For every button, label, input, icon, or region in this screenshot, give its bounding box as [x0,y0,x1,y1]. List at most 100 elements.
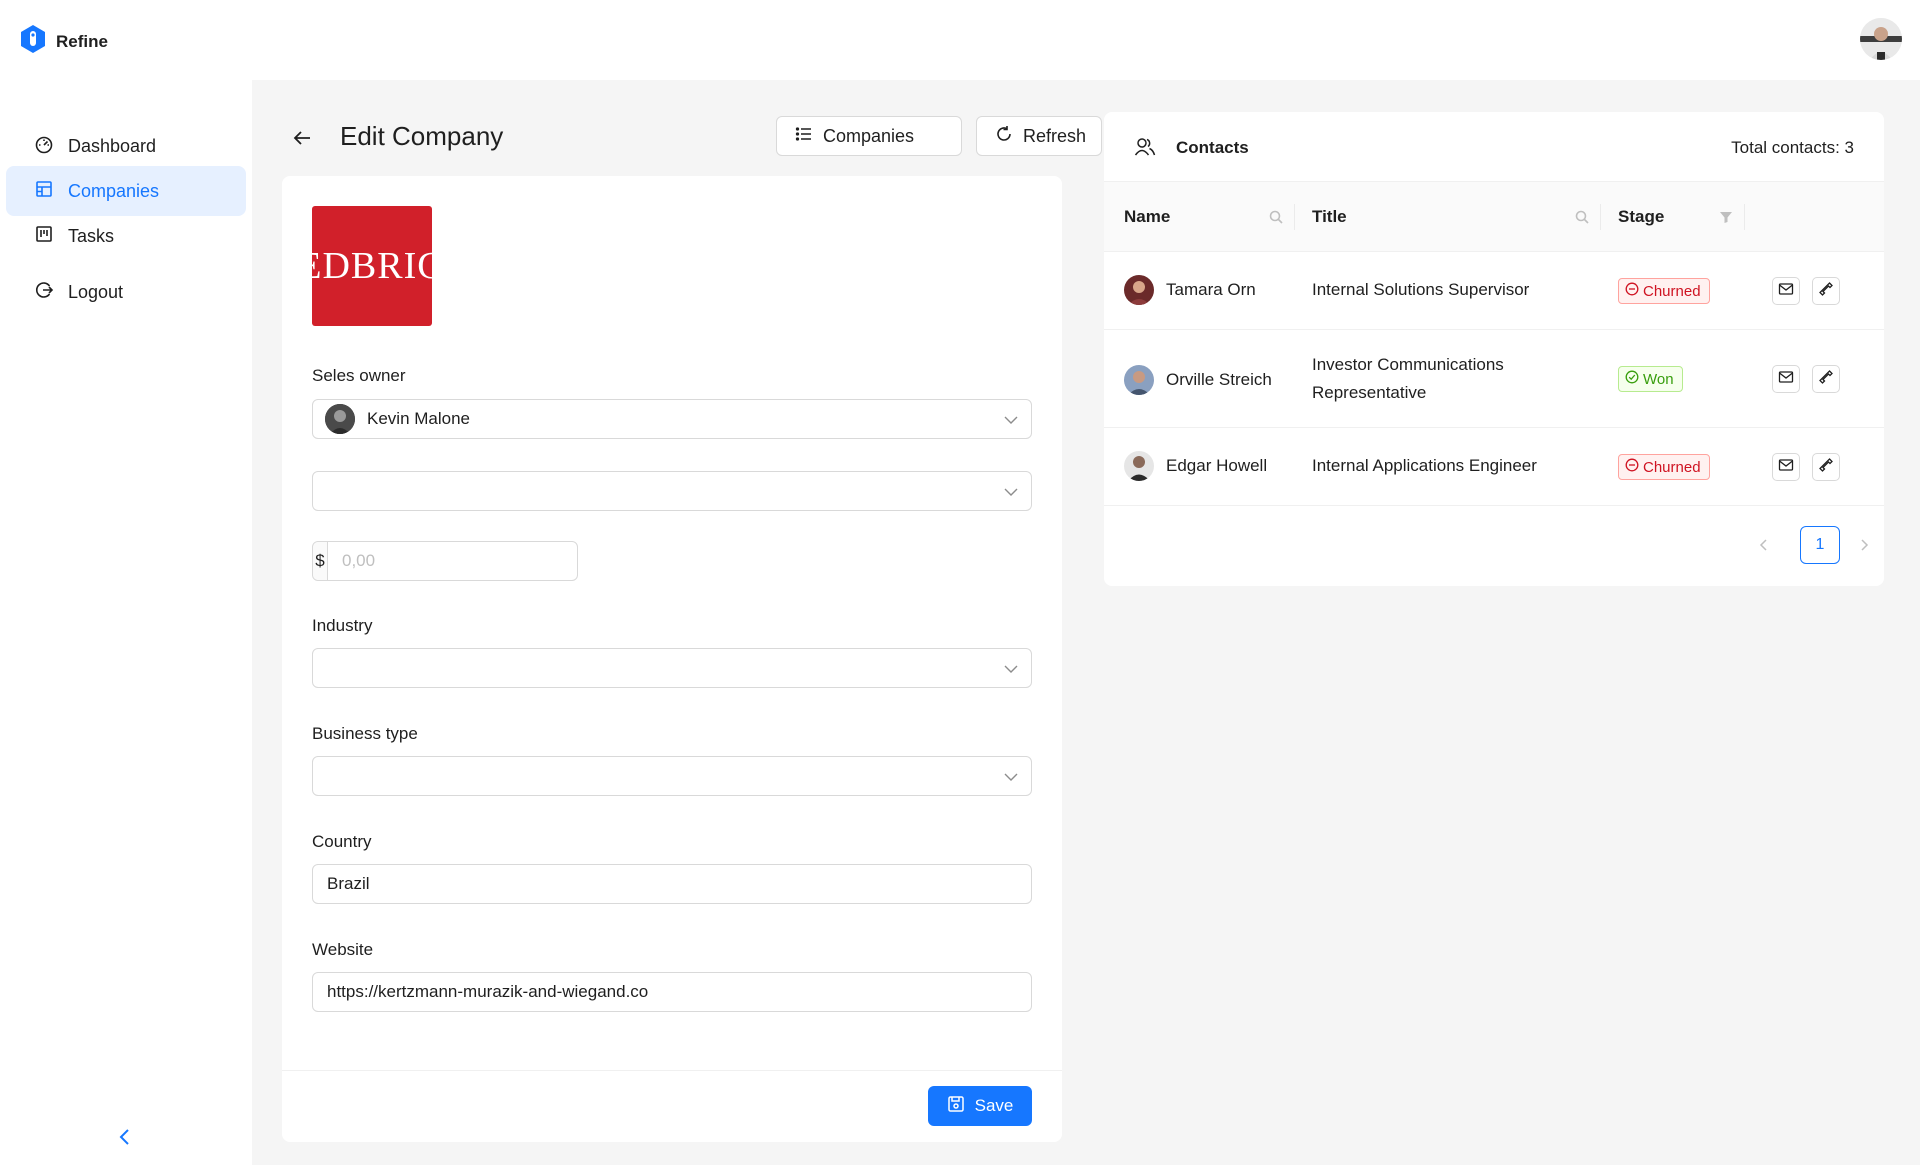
search-icon[interactable] [1268,209,1284,225]
save-icon [947,1095,965,1118]
sidebar-item-logout[interactable]: Logout [6,267,246,317]
status-badge-label: Churned [1643,458,1701,476]
sales-owner-select[interactable]: Kevin Malone [312,399,1032,439]
chevron-down-icon [1003,769,1019,785]
save-button-label: Save [974,1096,1014,1115]
minus-circle-icon [1625,282,1639,300]
sidebar-item-label: Companies [68,180,160,201]
shop-icon [34,179,54,204]
contacts-card: Contacts Total contacts: 3 Name Title St… [1104,112,1884,586]
contact-name-cell: Tamara Orn [1124,275,1256,305]
contacts-table-header: Name Title Stage [1104,182,1884,252]
sidebar-item-companies[interactable]: Companies [6,166,246,216]
status-badge-label: Won [1643,370,1674,388]
page-title: Edit Company [340,121,504,151]
phone-icon [1818,457,1834,478]
currency-prefix: $ [313,542,328,580]
contacts-header: Contacts Total contacts: 3 [1104,112,1884,182]
mail-icon [1778,281,1794,302]
sidebar-item-tasks[interactable]: Tasks [6,211,246,261]
website-input[interactable]: https://kertzmann-murazik-and-wiegand.co [312,972,1032,1012]
industry-select[interactable] [312,648,1032,688]
company-logo[interactable]: EDBRIG [298,206,445,326]
country-input[interactable]: Brazil [312,864,1032,904]
companies-button-label: Companies [823,125,915,146]
contact-name: Orville Streich [1166,370,1272,389]
chevron-left-icon [114,1129,136,1152]
call-button[interactable] [1812,277,1840,305]
revenue-input[interactable] [328,542,577,580]
total-contacts-count: 3 [1844,138,1854,157]
check-circle-icon [1625,370,1639,388]
column-header-name: Name [1124,207,1171,226]
contacts-title: Contacts [1176,138,1249,157]
pagination-page-button[interactable]: 1 [1800,526,1840,564]
status-badge: Churned [1618,454,1710,480]
sidebar: Dashboard Companies Tasks Logout [0,80,252,1165]
filter-icon[interactable] [1718,209,1734,225]
table-row: Tamara Orn Internal Solutions Supervisor… [1104,252,1884,330]
table-row: Orville Streich Investor Communications … [1104,330,1884,428]
country-label: Country [312,832,372,851]
company-logo-text: EDBRIG [298,245,446,287]
minus-circle-icon [1625,458,1639,476]
arrow-left-icon [290,131,314,154]
pagination-next-button[interactable] [1856,537,1872,553]
mail-icon [1778,457,1794,478]
dashboard-icon [34,134,54,159]
revenue-input-group: $ [312,541,578,581]
refresh-icon [995,125,1013,148]
company-size-select[interactable] [312,471,1032,511]
sidebar-item-dashboard[interactable]: Dashboard [6,121,246,171]
chevron-down-icon [1003,484,1019,500]
logout-icon [34,280,54,305]
brand-name: Refine [56,31,108,51]
list-icon [795,125,813,148]
pagination-prev-button[interactable] [1756,537,1772,553]
contact-name-cell: Orville Streich [1124,365,1272,395]
back-button[interactable] [290,126,314,150]
website-label: Website [312,940,374,959]
business-type-label: Business type [312,724,418,743]
chevron-down-icon [1003,412,1019,428]
search-icon[interactable] [1574,209,1590,225]
email-button[interactable] [1772,277,1800,305]
companies-list-button[interactable]: Companies [776,116,962,156]
chevron-down-icon [1003,661,1019,677]
email-button[interactable] [1772,453,1800,481]
sidebar-collapse-button[interactable] [114,1126,136,1148]
sidebar-item-label: Logout [68,281,124,302]
user-avatar[interactable] [1860,18,1902,60]
refresh-button-label: Refresh [1023,125,1087,146]
sidebar-item-label: Dashboard [68,135,157,156]
phone-icon [1818,281,1834,302]
brand[interactable]: Refine [20,24,108,59]
column-divider [1294,204,1295,230]
contact-title: Internal Applications Engineer [1312,456,1537,475]
contact-name: Tamara Orn [1166,280,1256,299]
business-type-select[interactable] [312,756,1032,796]
sales-owner-label: Seles owner [312,366,406,385]
project-icon [34,224,54,249]
contact-title: Internal Solutions Supervisor [1312,280,1530,299]
contact-name: Edgar Howell [1166,456,1268,475]
contact-title: Investor Communications Representative [1312,355,1504,402]
refine-logo-icon [20,24,46,59]
email-button[interactable] [1772,365,1800,393]
sidebar-item-label: Tasks [68,225,115,246]
refresh-button[interactable]: Refresh [976,116,1102,156]
country-value: Brazil [327,874,370,893]
save-button[interactable]: Save [928,1086,1032,1126]
contact-avatar [1124,451,1154,481]
call-button[interactable] [1812,453,1840,481]
table-row: Edgar Howell Internal Applications Engin… [1104,428,1884,506]
industry-label: Industry [312,616,373,635]
column-header-title: Title [1312,207,1347,226]
status-badge: Churned [1618,278,1710,304]
contact-name-cell: Edgar Howell [1124,451,1267,481]
form-footer-divider [282,1070,1062,1071]
owner-avatar [325,404,355,434]
column-header-stage: Stage [1618,207,1665,226]
status-badge-label: Churned [1643,282,1701,300]
call-button[interactable] [1812,365,1840,393]
